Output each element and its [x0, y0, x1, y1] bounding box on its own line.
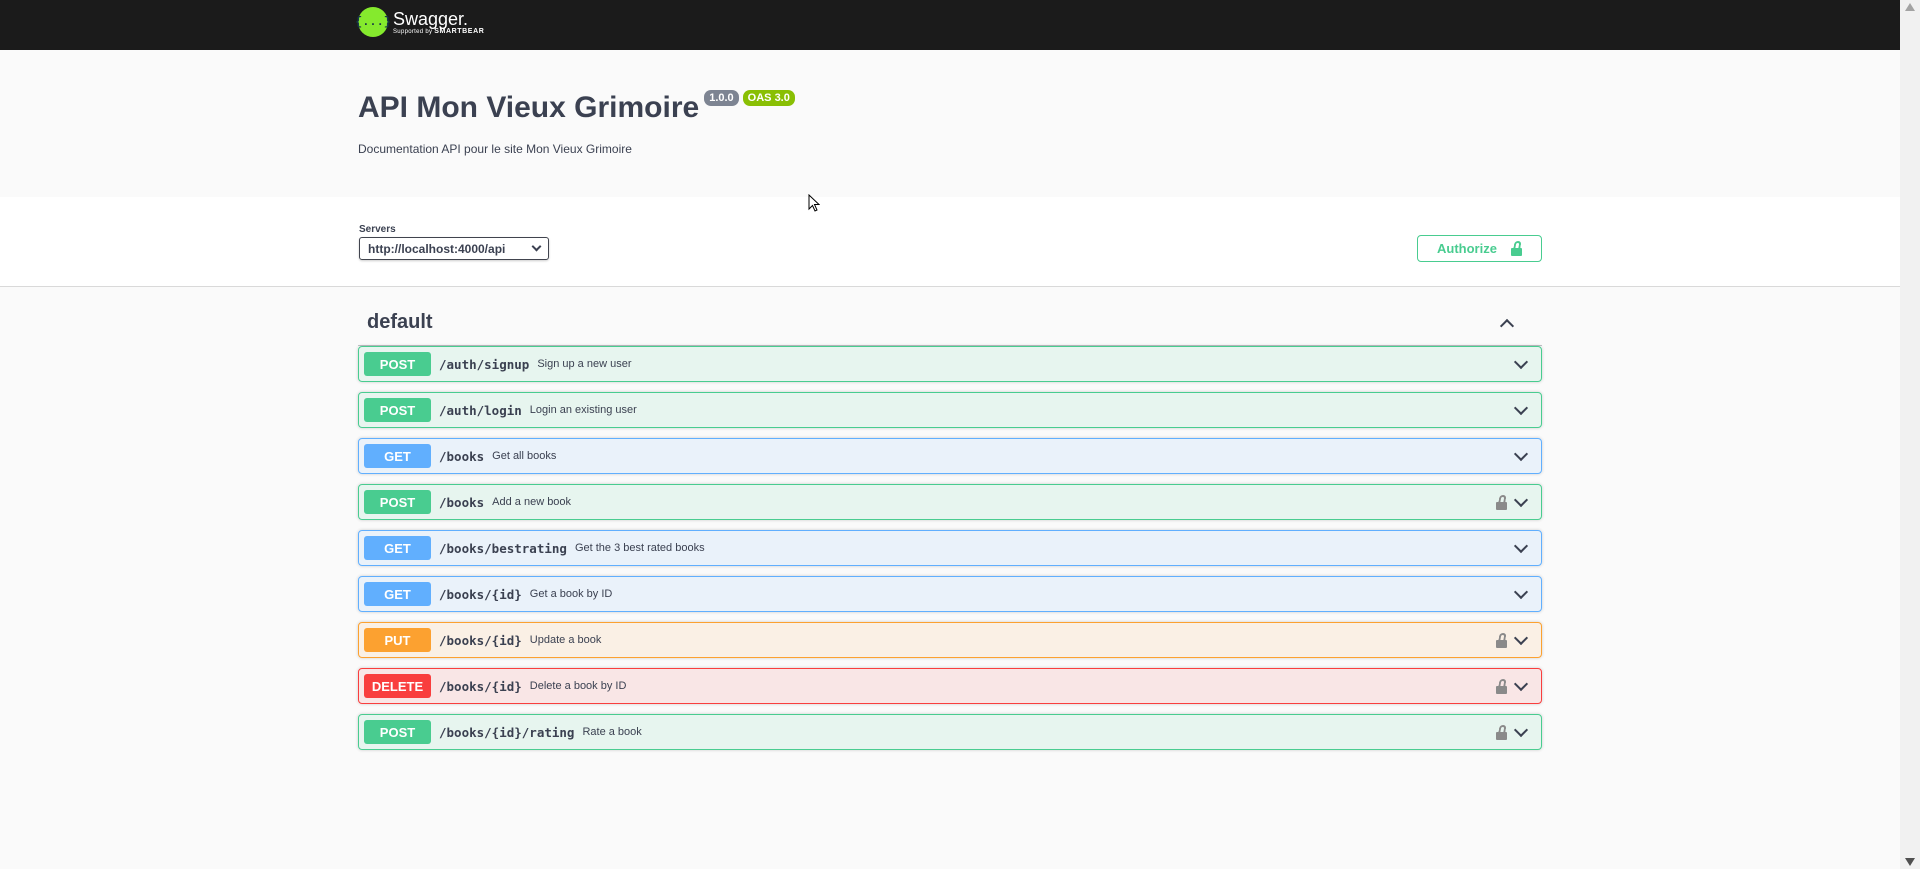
operation-row[interactable]: GET/books/{id} Get a book by ID: [358, 576, 1542, 612]
servers-select[interactable]: http://localhost:4000/api: [359, 237, 549, 260]
api-info: API Mon Vieux Grimoire 1.0.0 OAS 3.0 Doc…: [0, 50, 1900, 197]
swagger-logo-text: Swagger. Supported by SMARTBEAR: [393, 9, 484, 35]
operation-path[interactable]: /books: [439, 495, 484, 510]
operation-row[interactable]: PUT/books/{id} Update a book: [358, 622, 1542, 658]
operation-path[interactable]: /books/{id}: [439, 587, 522, 602]
method-badge: POST: [364, 352, 431, 376]
chevron-down-icon[interactable]: [1513, 446, 1529, 461]
operation-path[interactable]: /auth/login: [439, 403, 522, 418]
servers-label: Servers: [359, 224, 396, 235]
method-badge: GET: [364, 444, 431, 468]
page-title: API Mon Vieux Grimoire: [358, 91, 700, 124]
tag-section-default: default POST/auth/signup Sign up a new us…: [358, 300, 1542, 750]
operation-summary: Get the 3 best rated books: [574, 542, 705, 554]
topbar: {...} Swagger. Supported by SMARTBEAR: [0, 0, 1900, 50]
operation-path[interactable]: /books/bestrating: [439, 541, 567, 556]
operation-summary: Delete a book by ID: [529, 680, 627, 692]
method-badge: POST: [364, 490, 431, 514]
chevron-down-icon[interactable]: [1513, 676, 1529, 691]
scroll-up-arrow-icon[interactable]: [1905, 3, 1915, 11]
chevron-down-icon[interactable]: [1513, 400, 1529, 415]
method-badge: GET: [364, 582, 431, 606]
chevron-up-icon[interactable]: [1499, 318, 1515, 333]
authorize-button[interactable]: Authorize: [1417, 235, 1542, 262]
oas-badge: OAS 3.0: [742, 90, 795, 106]
operation-path[interactable]: /books: [439, 449, 484, 464]
logo-name: Swagger.: [393, 9, 469, 29]
operation-row[interactable]: GET/books/bestrating Get the 3 best rated…: [358, 530, 1542, 566]
operation-path[interactable]: /books/{id}: [439, 679, 522, 694]
unlock-icon: [1510, 241, 1522, 256]
api-description: Documentation API pour le site Mon Vieux…: [358, 142, 632, 156]
operation-row[interactable]: GET/books Get all books: [358, 438, 1542, 474]
operation-path[interactable]: /auth/signup: [439, 357, 529, 372]
method-badge: GET: [364, 536, 431, 560]
operation-summary: Login an existing user: [529, 404, 637, 416]
operation-path[interactable]: /books/{id}: [439, 633, 522, 648]
operation-summary: Get all books: [492, 450, 557, 462]
tag-name: default: [367, 311, 433, 333]
chevron-down-icon[interactable]: [1513, 492, 1529, 507]
servers-selected-value: http://localhost:4000/api: [368, 241, 506, 256]
chevron-down-icon[interactable]: [1513, 722, 1529, 737]
swagger-logo[interactable]: {...} Swagger. Supported by SMARTBEAR: [355, 7, 484, 37]
chevron-down-icon[interactable]: [1513, 584, 1529, 599]
operation-row[interactable]: POST/books/{id}/rating Rate a book: [358, 714, 1542, 750]
operation-row[interactable]: DELETE/books/{id} Delete a book by ID: [358, 668, 1542, 704]
method-badge: DELETE: [364, 674, 431, 698]
scheme-container: Servers http://localhost:4000/api Author…: [0, 197, 1900, 287]
unlock-icon[interactable]: [1496, 632, 1507, 648]
operation-summary: Sign up a new user: [537, 358, 632, 370]
tag-header[interactable]: default: [358, 300, 1542, 346]
mouse-cursor-icon: [808, 194, 820, 212]
method-badge: POST: [364, 720, 431, 744]
operation-summary: Add a new book: [492, 496, 572, 508]
scroll-down-arrow-icon[interactable]: [1905, 858, 1915, 866]
logo-sub-prefix: Supported by: [393, 29, 433, 35]
operation-summary: Update a book: [529, 634, 602, 646]
method-badge: POST: [364, 398, 431, 422]
title-row: API Mon Vieux Grimoire 1.0.0 OAS 3.0: [358, 90, 795, 126]
logo-subtitle: Supported by SMARTBEAR: [393, 28, 484, 35]
operation-row[interactable]: POST/auth/login Login an existing user: [358, 392, 1542, 428]
chevron-down-icon[interactable]: [1513, 354, 1529, 369]
authorize-label: Authorize: [1437, 241, 1497, 256]
chevron-down-icon: [531, 241, 542, 252]
chevron-down-icon[interactable]: [1513, 538, 1529, 553]
operation-row[interactable]: POST/books Add a new book: [358, 484, 1542, 520]
operation-path[interactable]: /books/{id}/rating: [439, 725, 574, 740]
version-badge: 1.0.0: [704, 90, 739, 106]
unlock-icon[interactable]: [1496, 678, 1507, 694]
logo-sub-brand: SMARTBEAR: [434, 28, 485, 35]
vertical-scrollbar[interactable]: [1900, 0, 1920, 869]
unlock-icon[interactable]: [1496, 724, 1507, 740]
chevron-down-icon[interactable]: [1513, 630, 1529, 645]
swagger-logo-icon: {...}: [355, 7, 391, 37]
operations-list: POST/auth/signup Sign up a new user POST/a…: [358, 346, 1542, 750]
unlock-icon[interactable]: [1496, 494, 1507, 510]
operation-summary: Rate a book: [582, 726, 642, 738]
method-badge: PUT: [364, 628, 431, 652]
operation-summary: Get a book by ID: [529, 588, 613, 600]
operation-row[interactable]: POST/auth/signup Sign up a new user: [358, 346, 1542, 382]
